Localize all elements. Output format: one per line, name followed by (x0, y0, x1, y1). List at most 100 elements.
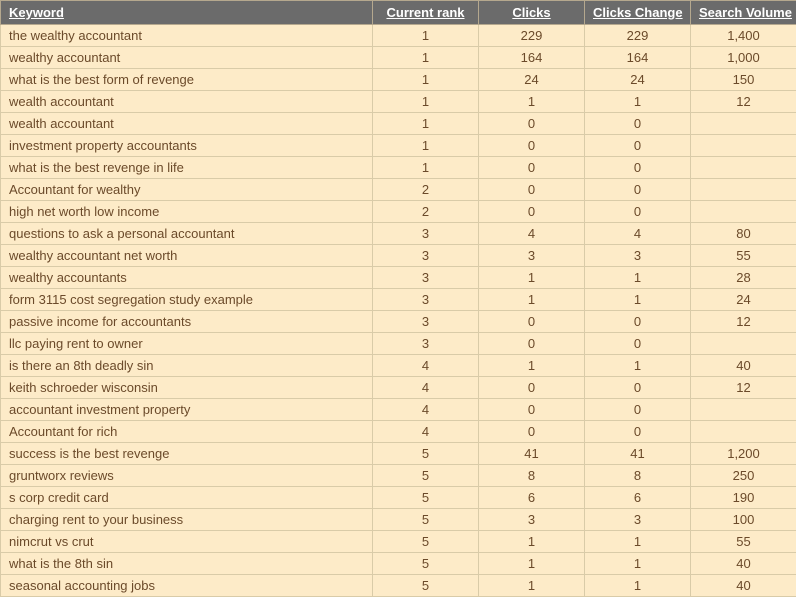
table-row: wealthy accountant net worth33355 (1, 245, 796, 267)
header-rank[interactable]: Current rank (373, 1, 479, 25)
table-row: s corp credit card566190 (1, 487, 796, 509)
keyword-cell: wealth accountant (1, 91, 373, 113)
rank-cell: 1 (373, 157, 479, 179)
keyword-cell: accountant investment property (1, 399, 373, 421)
table-row: investment property accountants100 (1, 135, 796, 157)
table-row: success is the best revenge541411,200 (1, 443, 796, 465)
volume-cell: 55 (691, 531, 796, 553)
header-keyword[interactable]: Keyword (1, 1, 373, 25)
keyword-cell: investment property accountants (1, 135, 373, 157)
clicks-cell: 1 (479, 267, 585, 289)
keyword-table: Keyword Current rank Clicks Clicks Chang… (0, 0, 796, 597)
keyword-cell: gruntworx reviews (1, 465, 373, 487)
header-change[interactable]: Clicks Change (585, 1, 691, 25)
volume-cell (691, 201, 796, 223)
keyword-cell: what is the best form of revenge (1, 69, 373, 91)
volume-cell: 40 (691, 575, 796, 597)
change-cell: 24 (585, 69, 691, 91)
table-row: the wealthy accountant12292291,400 (1, 25, 796, 47)
clicks-cell: 0 (479, 135, 585, 157)
change-cell: 0 (585, 311, 691, 333)
volume-cell: 12 (691, 91, 796, 113)
table-row: nimcrut vs crut51155 (1, 531, 796, 553)
keyword-cell: wealthy accountant net worth (1, 245, 373, 267)
keyword-cell: seasonal accounting jobs (1, 575, 373, 597)
keyword-cell: passive income for accountants (1, 311, 373, 333)
keyword-cell: llc paying rent to owner (1, 333, 373, 355)
change-cell: 1 (585, 531, 691, 553)
rank-cell: 5 (373, 509, 479, 531)
keyword-cell: high net worth low income (1, 201, 373, 223)
table-row: wealthy accountant11641641,000 (1, 47, 796, 69)
keyword-cell: questions to ask a personal accountant (1, 223, 373, 245)
rank-cell: 3 (373, 333, 479, 355)
rank-cell: 1 (373, 91, 479, 113)
change-cell: 0 (585, 399, 691, 421)
clicks-cell: 1 (479, 553, 585, 575)
change-cell: 0 (585, 333, 691, 355)
volume-cell: 28 (691, 267, 796, 289)
table-row: accountant investment property400 (1, 399, 796, 421)
table-body: the wealthy accountant12292291,400wealth… (1, 25, 796, 597)
keyword-cell: keith schroeder wisconsin (1, 377, 373, 399)
volume-cell: 190 (691, 487, 796, 509)
keyword-cell: wealth accountant (1, 113, 373, 135)
clicks-cell: 164 (479, 47, 585, 69)
rank-cell: 5 (373, 575, 479, 597)
change-cell: 41 (585, 443, 691, 465)
keyword-cell: nimcrut vs crut (1, 531, 373, 553)
rank-cell: 4 (373, 377, 479, 399)
keyword-cell: wealthy accountant (1, 47, 373, 69)
volume-cell: 40 (691, 355, 796, 377)
clicks-cell: 0 (479, 311, 585, 333)
rank-cell: 1 (373, 113, 479, 135)
change-cell: 229 (585, 25, 691, 47)
volume-cell: 1,200 (691, 443, 796, 465)
table-row: wealthy accountants31128 (1, 267, 796, 289)
keyword-cell: what is the 8th sin (1, 553, 373, 575)
volume-cell: 80 (691, 223, 796, 245)
change-cell: 1 (585, 355, 691, 377)
keyword-cell: Accountant for wealthy (1, 179, 373, 201)
change-cell: 1 (585, 91, 691, 113)
change-cell: 0 (585, 157, 691, 179)
change-cell: 0 (585, 135, 691, 157)
change-cell: 3 (585, 245, 691, 267)
volume-cell: 250 (691, 465, 796, 487)
table-row: form 3115 cost segregation study example… (1, 289, 796, 311)
clicks-cell: 1 (479, 289, 585, 311)
change-cell: 3 (585, 509, 691, 531)
rank-cell: 3 (373, 267, 479, 289)
volume-cell: 55 (691, 245, 796, 267)
volume-cell (691, 113, 796, 135)
clicks-cell: 1 (479, 531, 585, 553)
clicks-cell: 8 (479, 465, 585, 487)
table-row: Accountant for wealthy200 (1, 179, 796, 201)
volume-cell: 12 (691, 311, 796, 333)
change-cell: 0 (585, 201, 691, 223)
header-clicks[interactable]: Clicks (479, 1, 585, 25)
change-cell: 0 (585, 421, 691, 443)
header-volume[interactable]: Search Volume (691, 1, 796, 25)
clicks-cell: 0 (479, 113, 585, 135)
rank-cell: 3 (373, 223, 479, 245)
rank-cell: 4 (373, 399, 479, 421)
clicks-cell: 0 (479, 201, 585, 223)
volume-cell: 24 (691, 289, 796, 311)
change-cell: 0 (585, 113, 691, 135)
keyword-cell: success is the best revenge (1, 443, 373, 465)
change-cell: 0 (585, 179, 691, 201)
table-row: high net worth low income200 (1, 201, 796, 223)
clicks-cell: 1 (479, 355, 585, 377)
header-row: Keyword Current rank Clicks Clicks Chang… (1, 1, 796, 25)
volume-cell (691, 179, 796, 201)
clicks-cell: 0 (479, 421, 585, 443)
change-cell: 8 (585, 465, 691, 487)
rank-cell: 1 (373, 25, 479, 47)
clicks-cell: 0 (479, 333, 585, 355)
change-cell: 4 (585, 223, 691, 245)
clicks-cell: 0 (479, 157, 585, 179)
clicks-cell: 24 (479, 69, 585, 91)
rank-cell: 4 (373, 355, 479, 377)
keyword-cell: wealthy accountants (1, 267, 373, 289)
